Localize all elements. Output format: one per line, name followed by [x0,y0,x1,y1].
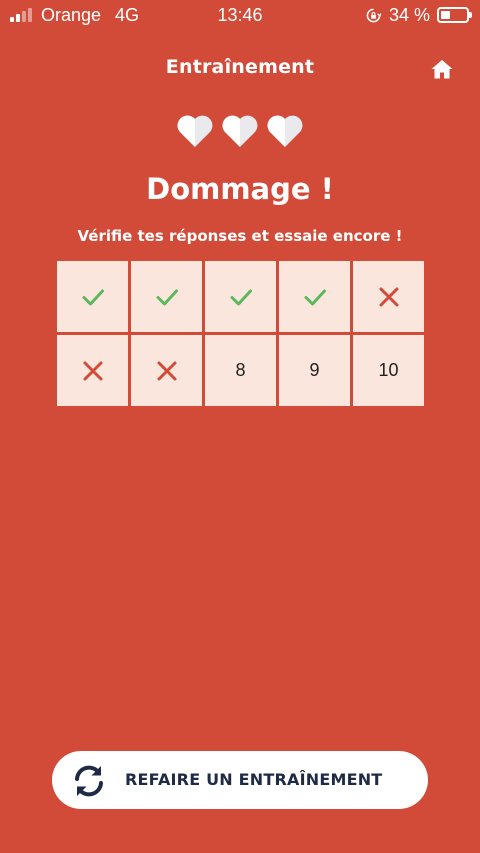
cross-icon [83,361,102,380]
answer-cell[interactable] [131,261,202,332]
answer-cell[interactable] [57,335,128,406]
page-title: Entraînement [165,56,315,78]
answer-cell[interactable] [279,261,350,332]
answer-cell[interactable] [131,335,202,406]
answers-grid: 8 9 10 [57,261,424,406]
battery-fill [441,11,450,19]
answer-cell[interactable] [353,261,424,332]
result-subtitle: Vérifie tes réponses et essaie encore ! [77,227,403,245]
orientation-lock-icon [366,8,381,23]
answer-number: 9 [309,360,320,380]
answer-cell[interactable]: 9 [279,335,350,406]
heart-icon [177,115,213,147]
answer-number: 8 [235,360,246,380]
answer-cell[interactable]: 8 [205,335,276,406]
check-icon [156,289,178,305]
heart-icon [267,115,303,147]
check-icon [82,289,104,305]
home-icon[interactable] [430,58,454,80]
refresh-icon [75,765,103,797]
check-icon [304,289,326,305]
answer-cell[interactable] [205,261,276,332]
cross-icon [157,361,176,380]
check-icon [230,289,252,305]
lives-row [0,113,480,149]
battery-percent: 34 % [389,5,431,25]
retry-button-label: REFAIRE UN ENTRAÎNEMENT [125,770,383,789]
heart-icon [222,115,258,147]
answer-number: 10 [378,360,399,380]
answer-cell[interactable]: 10 [353,335,424,406]
retry-training-button[interactable]: REFAIRE UN ENTRAÎNEMENT [52,751,428,809]
battery-icon [437,7,472,23]
cross-icon [379,287,398,306]
status-bar: Orange 4G 13:46 34 % [0,0,480,32]
answer-cell[interactable] [57,261,128,332]
result-title: Dommage ! [146,172,334,206]
